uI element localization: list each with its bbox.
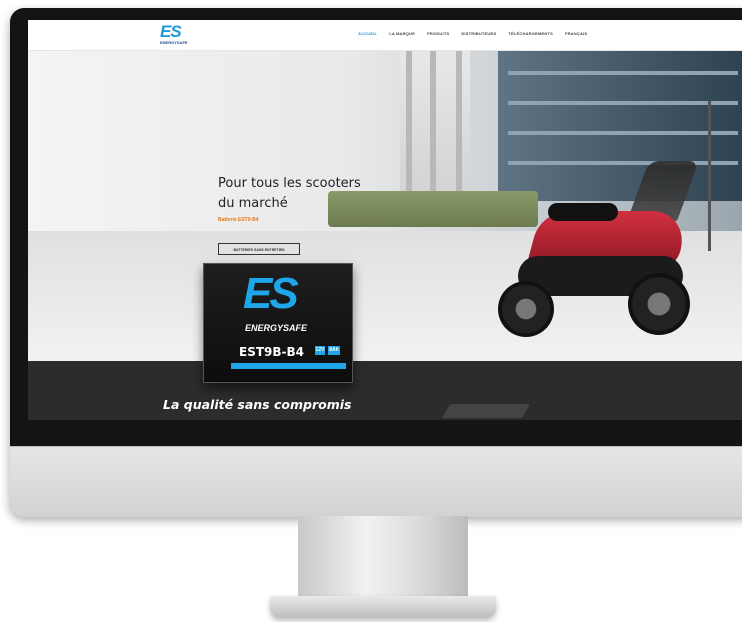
battery-model: EST9B-B4	[239, 345, 304, 359]
monitor-stand-base	[270, 596, 496, 618]
scooter-image	[478, 141, 699, 351]
product-device-image	[441, 404, 531, 418]
logo-mark: ES	[160, 22, 182, 41]
street-lamp	[708, 101, 711, 251]
battery-brand: ENERGYSAFE	[245, 323, 308, 333]
main-nav: ACCUEIL LA MARQUE PRODUITS DISTRIBUTEURS…	[358, 31, 587, 36]
nav-item-distributeurs[interactable]: DISTRIBUTEURS	[461, 31, 496, 36]
dark-section	[28, 361, 742, 420]
battery-stripe	[231, 363, 346, 369]
site-logo[interactable]: ES ENERGYSAFE	[160, 22, 196, 46]
nav-item-la-marque[interactable]: LA MARQUE	[389, 31, 415, 36]
hero-subtitle: Batterie EST9-B4	[218, 217, 259, 223]
site-header: ES ENERGYSAFE ACCUEIL LA MARQUE PRODUITS…	[28, 20, 742, 51]
nav-item-language[interactable]: FRANÇAIS	[565, 31, 587, 36]
website-screen: ES ENERGYSAFE ACCUEIL LA MARQUE PRODUITS…	[28, 20, 742, 420]
battery-capacity: 8Ah	[328, 346, 340, 355]
batteries-sans-entretien-button[interactable]: BATTERIES SANS ENTRETIEN	[218, 243, 300, 255]
battery-product-image: ES ENERGYSAFE EST9B-B4 12V 8Ah	[203, 263, 353, 391]
nav-item-telechargements[interactable]: TÉLÉCHARGEMENTS	[508, 31, 553, 36]
hero-banner: Pour tous les scooters du marché Batteri…	[28, 51, 742, 361]
monitor-stand-neck	[298, 516, 468, 600]
battery-voltage: 12V	[315, 346, 325, 355]
battery-logo-mark: ES	[243, 269, 299, 318]
nav-item-produits[interactable]: PRODUITS	[427, 31, 449, 36]
hero-title: Pour tous les scooters du marché	[218, 176, 361, 211]
nav-item-accueil[interactable]: ACCUEIL	[358, 31, 377, 36]
logo-brand: ENERGYSAFE	[160, 40, 188, 45]
monitor-chin	[10, 446, 742, 517]
quality-tagline: La qualité sans compromis	[163, 397, 352, 412]
